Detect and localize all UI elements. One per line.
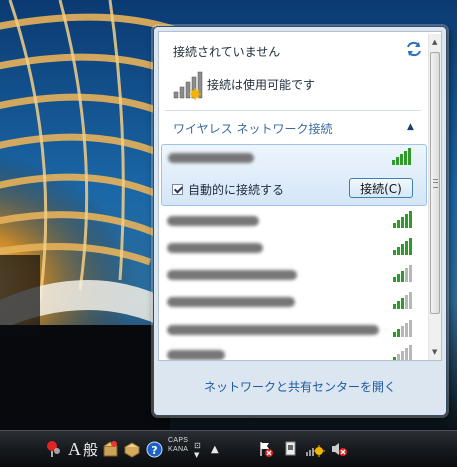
network-item[interactable] xyxy=(161,235,427,257)
network-item-selected[interactable]: 自動的に接続する 接続(C) xyxy=(161,144,427,206)
grip-icon xyxy=(433,179,438,188)
scroll-down-icon[interactable]: ▼ xyxy=(432,348,437,356)
volume-muted-icon[interactable] xyxy=(330,439,348,459)
signal-strength-icon xyxy=(393,319,415,341)
collapse-chevron-icon[interactable]: ▲ xyxy=(407,122,414,132)
caps-label: CAPS xyxy=(168,437,189,444)
redacted-network-name xyxy=(167,216,259,226)
redacted-network-name xyxy=(167,325,379,335)
svg-text:?: ? xyxy=(151,444,157,457)
connect-button[interactable]: 接続(C) xyxy=(349,178,413,198)
divider xyxy=(165,110,421,111)
kana-label: KANA xyxy=(168,446,189,453)
network-item[interactable] xyxy=(161,317,427,339)
network-status-icon[interactable] xyxy=(306,439,326,459)
network-list-scrollbar[interactable]: ▲ ▼ xyxy=(428,34,441,360)
signal-strength-icon xyxy=(393,210,415,232)
redacted-network-name xyxy=(167,350,225,360)
connection-available-text: 接続は使用可能です xyxy=(207,78,316,92)
ime-dictionary-icon[interactable] xyxy=(123,439,141,459)
connection-status-title: 接続されていません xyxy=(173,45,281,59)
help-icon[interactable]: ? xyxy=(145,439,163,459)
wireless-available-icon xyxy=(173,70,203,104)
action-center-flag-icon[interactable] xyxy=(257,439,275,459)
device-icon[interactable] xyxy=(282,439,300,459)
ime-conversion-mode[interactable]: 般 xyxy=(83,439,98,459)
redacted-network-name xyxy=(167,270,297,280)
refresh-icon[interactable] xyxy=(405,41,423,61)
signal-strength-icon xyxy=(393,237,415,259)
signal-strength-icon xyxy=(392,147,414,169)
network-sharing-center-link[interactable]: ネットワークと共有センターを開く xyxy=(154,378,446,395)
network-item[interactable] xyxy=(161,342,427,360)
signal-strength-icon xyxy=(393,264,415,286)
ime-toolbox-icon[interactable] xyxy=(102,439,120,459)
scroll-up-icon[interactable]: ▲ xyxy=(432,38,437,46)
taskbar: A 般 ? CAPS KANA ⊡ ▼ ▲ xyxy=(0,430,457,467)
autoconnect-label: 自動的に接続する xyxy=(188,183,285,197)
signal-strength-icon xyxy=(393,291,415,313)
balloon-notification-icon[interactable] xyxy=(44,439,62,459)
redacted-network-name xyxy=(168,153,254,163)
caps-kana-indicator[interactable]: CAPS KANA xyxy=(168,436,188,454)
network-item[interactable] xyxy=(161,289,427,311)
network-list-panel: 接続されていません 接続は使用可能です ワイヤレス ネットワーク接続 ▲ 自動的… xyxy=(158,31,442,361)
network-item[interactable] xyxy=(161,262,427,284)
show-hidden-icons-icon[interactable]: ▲ xyxy=(211,439,219,459)
checkbox-checked-icon[interactable] xyxy=(172,184,183,195)
ime-expand-arrow-icon[interactable]: ▼ xyxy=(194,445,199,465)
network-item[interactable] xyxy=(161,208,427,230)
ime-input-mode[interactable]: A xyxy=(68,439,81,459)
redacted-network-name xyxy=(167,243,263,253)
redacted-network-name xyxy=(167,297,295,307)
autoconnect-checkbox[interactable]: 自動的に接続する xyxy=(172,181,284,198)
wireless-section-title[interactable]: ワイヤレス ネットワーク接続 xyxy=(173,120,332,137)
scrollbar-thumb[interactable] xyxy=(430,52,440,314)
network-flyout: 接続されていません 接続は使用可能です ワイヤレス ネットワーク接続 ▲ 自動的… xyxy=(153,26,447,416)
signal-strength-icon xyxy=(393,344,415,360)
